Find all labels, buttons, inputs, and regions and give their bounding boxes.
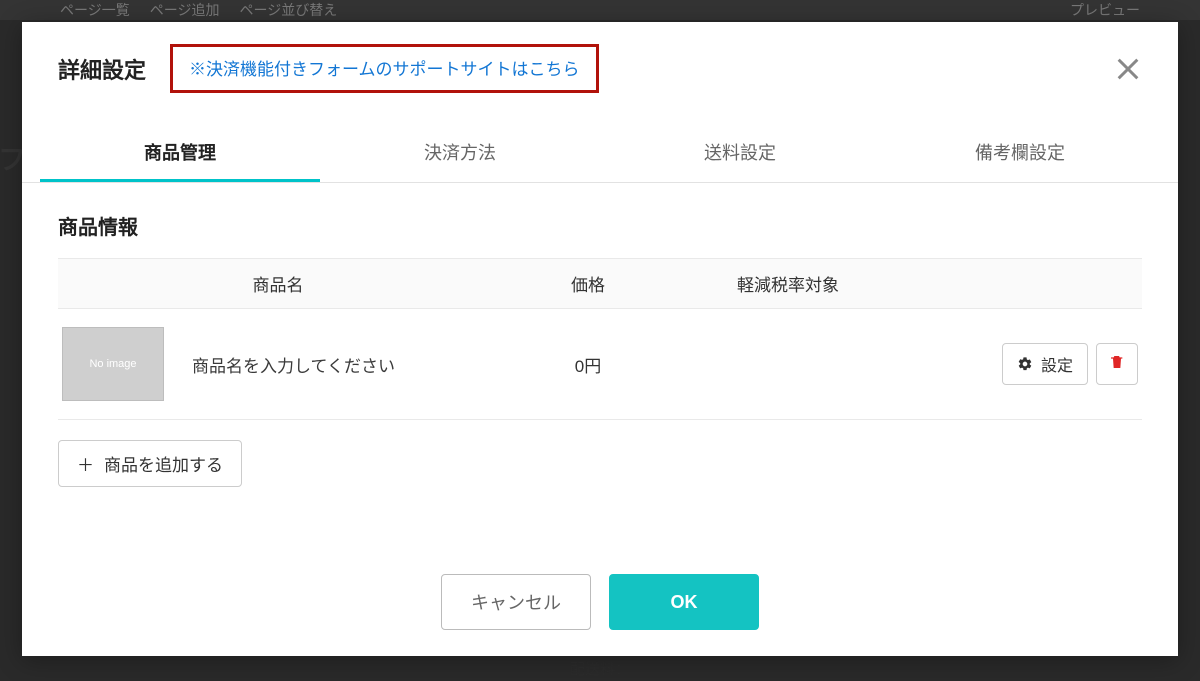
modal-title: 詳細設定 (58, 53, 146, 85)
cancel-button[interactable]: キャンセル (441, 574, 591, 630)
add-product-button[interactable]: ＋ 商品を追加する (58, 440, 242, 487)
product-table: 商品名 価格 軽減税率対象 No image 商品名を入力してください 0円 (58, 258, 1142, 420)
product-price: 0円 (498, 352, 678, 377)
support-site-link[interactable]: ※決済機能付きフォームのサポートサイトはこちら (189, 60, 580, 79)
th-name: 商品名 (58, 271, 498, 296)
row-actions: 設定 (898, 343, 1142, 385)
bg-bottom-text: 配送料： (0, 658, 1200, 679)
modal-footer: キャンセル OK (22, 552, 1178, 656)
table-row: No image 商品名を入力してください 0円 設定 (58, 309, 1142, 420)
product-cell: No image 商品名を入力してください (58, 327, 498, 401)
bg-item: プレビュー (1070, 0, 1140, 20)
product-image-placeholder[interactable]: No image (62, 327, 164, 401)
add-product-row: ＋ 商品を追加する (58, 440, 1142, 487)
section-title: 商品情報 (58, 211, 1142, 240)
product-name[interactable]: 商品名を入力してください (192, 352, 395, 377)
tab-remarks[interactable]: 備考欄設定 (880, 123, 1160, 182)
table-head: 商品名 価格 軽減税率対象 (58, 259, 1142, 309)
bg-item: ページ追加 (150, 0, 220, 20)
plus-icon: ＋ (77, 451, 94, 476)
modal-body: 商品情報 商品名 価格 軽減税率対象 No image 商品名を入力してください… (22, 183, 1178, 487)
ok-button[interactable]: OK (609, 574, 759, 630)
bg-item: ページ並び替え (239, 0, 337, 20)
tab-products[interactable]: 商品管理 (40, 123, 320, 182)
row-settings-button[interactable]: 設定 (1002, 343, 1088, 385)
close-button[interactable] (1114, 55, 1142, 83)
tabs: 商品管理 決済方法 送料設定 備考欄設定 (22, 123, 1178, 183)
row-delete-button[interactable] (1096, 343, 1138, 385)
row-settings-label: 設定 (1041, 352, 1073, 376)
background-toolbar: ページ一覧 ページ追加 ページ並び替え プレビュー (0, 0, 1200, 20)
th-tax: 軽減税率対象 (678, 271, 898, 296)
gear-icon (1017, 356, 1033, 372)
close-icon (1114, 70, 1142, 87)
add-product-label: 商品を追加する (104, 451, 223, 476)
bg-item: ページ一覧 (60, 0, 130, 20)
tab-shipping[interactable]: 送料設定 (600, 123, 880, 182)
support-link-highlight: ※決済機能付きフォームのサポートサイトはこちら (170, 44, 599, 93)
tab-payment[interactable]: 決済方法 (320, 123, 600, 182)
trash-icon (1109, 353, 1125, 376)
th-price: 価格 (498, 271, 678, 296)
settings-modal: 詳細設定 ※決済機能付きフォームのサポートサイトはこちら 商品管理 決済方法 送… (22, 22, 1178, 656)
modal-header: 詳細設定 ※決済機能付きフォームのサポートサイトはこちら (22, 22, 1178, 109)
